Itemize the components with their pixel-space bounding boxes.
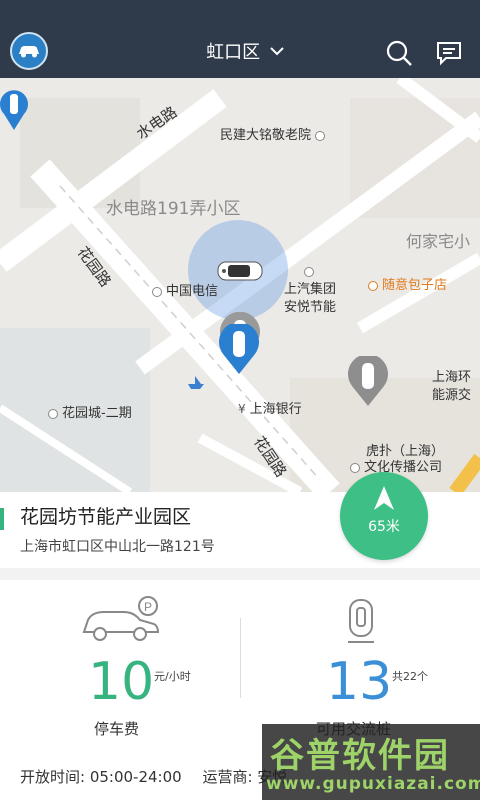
poi-text: 随意包子店 [382, 278, 448, 293]
open-hours: 开放时间: 05:00-24:00 运营商: 安悦 [20, 766, 287, 787]
charger-pile-icon [348, 599, 374, 643]
poi-text: 民建大铭敬老院 [220, 128, 312, 143]
poi-label: 中国电信 [152, 280, 218, 299]
charger-marker-selected-icon[interactable] [217, 324, 261, 376]
poi-label: 安悦节能 [284, 300, 337, 315]
divider [240, 618, 241, 698]
parking-fee-value: 10 [88, 652, 155, 712]
poi-label: 花园城-二期 [48, 402, 132, 421]
chevron-down-icon [270, 47, 284, 56]
poi-text: 花园城-二期 [62, 406, 132, 421]
watermark: 谷普软件园 www.gupuxiazai.com [262, 724, 480, 800]
poi-label: 能源交 [432, 388, 472, 403]
district-label: 虹口区 [206, 42, 261, 63]
poi-label: 民建大铭敬老院 [220, 124, 329, 143]
accent-bar [0, 508, 4, 530]
current-location-car-icon [217, 261, 263, 281]
boat-icon [188, 376, 204, 389]
area-label: 何家宅小 [406, 232, 471, 251]
poi-text: 上海银行 [249, 402, 302, 417]
search-icon[interactable] [384, 38, 414, 68]
navigate-button[interactable]: 65米 [340, 472, 428, 560]
poi-dot-icon [48, 408, 58, 419]
poi-label: 文化传播公司 [350, 456, 442, 475]
chargers-total: 共22个 [392, 670, 428, 683]
message-icon[interactable] [434, 38, 464, 68]
poi-label: ¥ 上海银行 [238, 398, 302, 417]
charger-marker-icon[interactable] [0, 88, 28, 132]
poi-label: 上汽集团 [284, 282, 337, 297]
charger-marker-gray-icon[interactable] [346, 356, 390, 408]
poi-dot-icon [315, 130, 326, 141]
app-logo-icon[interactable] [10, 32, 48, 70]
top-bar: 虹口区 [0, 0, 480, 78]
watermark-title: 谷普软件园 [270, 736, 450, 776]
poi-text: 中国电信 [166, 284, 219, 299]
map-view[interactable]: 水电路 民建大铭敬老院 水电路191弄小区 何家宅小 中国电信 上汽集团 安悦节… [0, 78, 480, 492]
poi-dot-icon [350, 462, 360, 473]
poi-label: 上海环 [432, 370, 472, 385]
watermark-url: www.gupuxiazai.com [266, 774, 480, 794]
poi-label: 随意包子店 [368, 274, 447, 293]
area-label: 水电路191弄小区 [106, 199, 241, 219]
available-chargers-value: 13 [326, 652, 393, 712]
open-hours-text: 开放时间: 05:00-24:00 [20, 768, 182, 786]
place-address: 上海市虹口区中山北一路121号 [20, 539, 215, 555]
poi-dot-icon [152, 286, 162, 297]
poi-dot-icon [304, 266, 314, 277]
navigation-arrow-icon [374, 486, 394, 510]
parking-fee-unit: 元/小时 [154, 670, 191, 683]
bank-icon: ¥ [238, 402, 246, 416]
parking-car-icon: P [82, 596, 160, 641]
distance-label: 65米 [368, 519, 400, 535]
svg-text:P: P [144, 600, 152, 614]
district-selector[interactable]: 虹口区 [200, 38, 290, 66]
poi-dot-icon [368, 280, 378, 291]
poi-label [304, 264, 318, 279]
parking-fee-label: 停车费 [94, 720, 140, 738]
place-name: 花园坊节能产业园区 [20, 506, 192, 528]
